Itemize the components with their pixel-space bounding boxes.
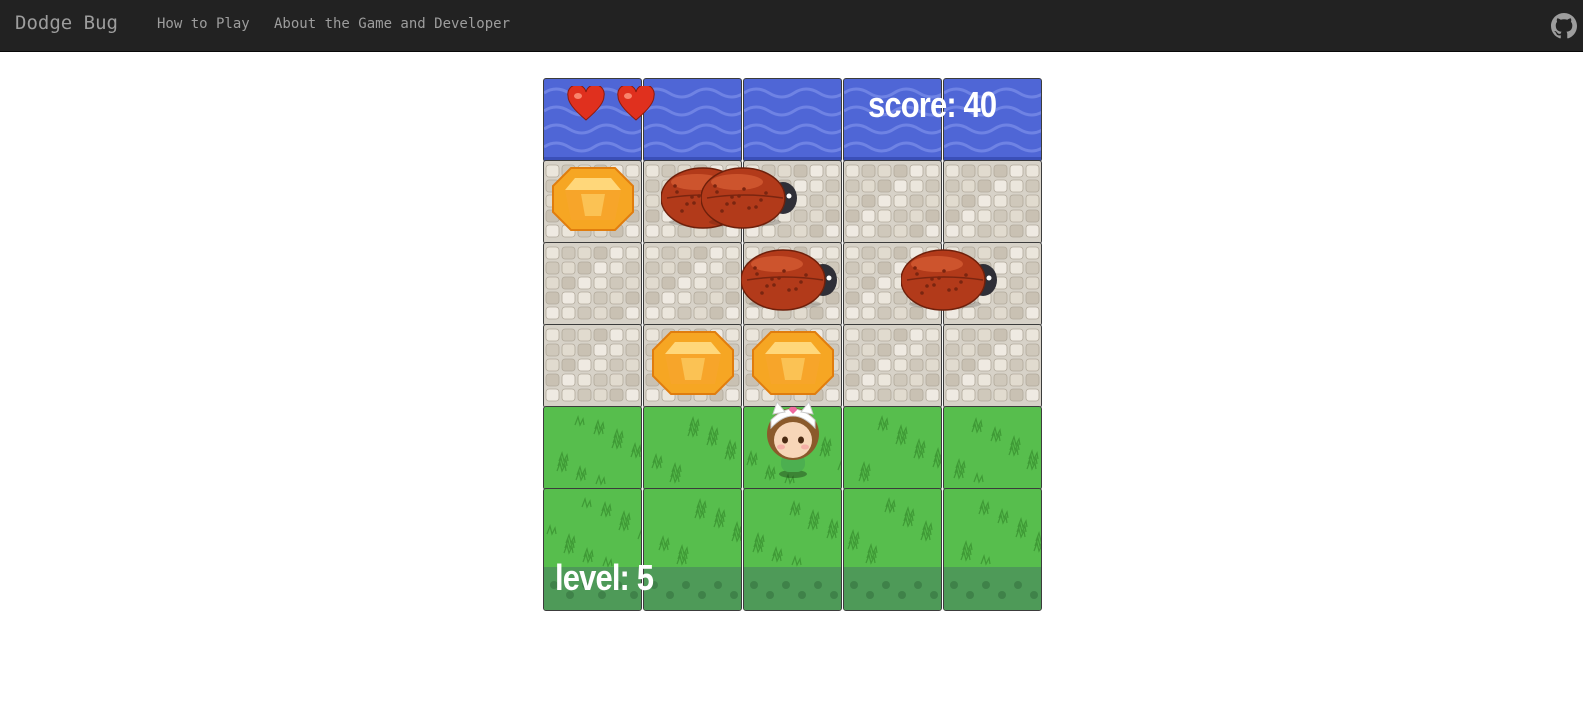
grass-tile (843, 488, 942, 611)
stone-tile (843, 160, 942, 244)
gem-icon (752, 331, 834, 395)
github-icon[interactable] (1551, 13, 1577, 39)
grass-tile (543, 406, 642, 490)
stone-tile (943, 324, 1042, 408)
grass-tile (643, 406, 742, 490)
brand-link[interactable]: Dodge Bug (15, 12, 118, 34)
gem-icon (652, 331, 734, 395)
bug-enemy (901, 249, 997, 311)
stone-tile (643, 242, 742, 326)
water-tile (643, 78, 742, 162)
stone-tile (543, 242, 642, 326)
grass-tile (943, 488, 1042, 611)
nav-link-how-to-play[interactable]: How to Play (157, 16, 250, 32)
bug-enemy (741, 249, 837, 311)
stone-tile (943, 160, 1042, 244)
grass-tile (643, 488, 742, 611)
nav-link-about[interactable]: About the Game and Developer (274, 16, 510, 32)
stone-tile (843, 324, 942, 408)
navbar: Dodge Bug How to Play About the Game and… (0, 0, 1583, 52)
grass-tile (943, 406, 1042, 490)
heart-icon (567, 86, 605, 121)
grass-tile (743, 488, 842, 611)
water-tile (743, 78, 842, 162)
grass-tile (843, 406, 942, 490)
heart-icon (617, 86, 655, 121)
stone-tile (543, 324, 642, 408)
bug-enemy (701, 167, 797, 229)
gem-icon (552, 167, 634, 231)
game-board[interactable] (543, 78, 1043, 611)
player-character (767, 400, 819, 478)
score-display: score: 40 (868, 84, 997, 125)
level-display: level: 5 (555, 557, 654, 598)
